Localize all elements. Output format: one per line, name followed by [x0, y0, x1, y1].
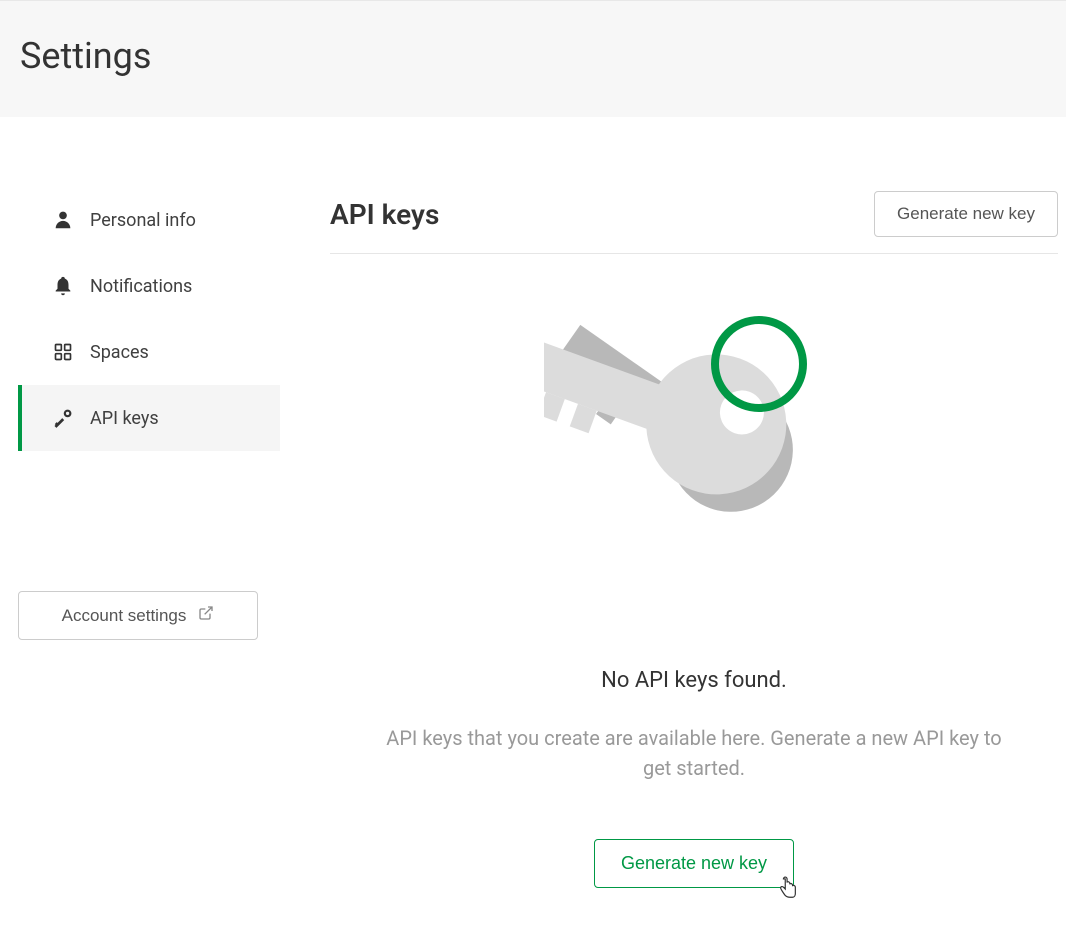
sidebar-item-label: API keys — [90, 408, 159, 429]
account-settings-label: Account settings — [62, 606, 187, 626]
empty-state-title: No API keys found. — [601, 668, 787, 693]
external-link-icon — [198, 605, 214, 626]
cursor-hand-icon — [777, 876, 799, 907]
sidebar-item-notifications[interactable]: Notifications — [18, 253, 280, 319]
sidebar-item-personal-info[interactable]: Personal info — [18, 187, 280, 253]
sidebar-item-label: Spaces — [90, 342, 149, 363]
sidebar: Personal info Notifications — [0, 187, 280, 888]
sidebar-item-label: Notifications — [90, 276, 192, 297]
generate-new-key-button-center[interactable]: Generate new key — [594, 839, 794, 888]
empty-state: No API keys found. API keys that you cre… — [330, 254, 1058, 888]
generate-new-key-button-top[interactable]: Generate new key — [874, 191, 1058, 237]
main-header: API keys Generate new key — [330, 187, 1058, 254]
content: Personal info Notifications — [0, 117, 1066, 888]
main-content: API keys Generate new key — [280, 187, 1066, 888]
account-settings-button[interactable]: Account settings — [18, 591, 258, 640]
generate-new-key-label: Generate new key — [621, 853, 767, 873]
section-title: API keys — [330, 198, 439, 231]
keys-illustration — [544, 314, 844, 644]
sidebar-item-label: Personal info — [90, 210, 196, 231]
nav-items: Personal info Notifications — [18, 187, 280, 451]
key-icon — [52, 407, 74, 429]
sidebar-item-spaces[interactable]: Spaces — [18, 319, 280, 385]
sidebar-item-api-keys[interactable]: API keys — [18, 385, 280, 451]
bell-icon — [52, 275, 74, 297]
page-header: Settings — [0, 0, 1066, 117]
page-title: Settings — [20, 35, 1046, 77]
empty-state-description: API keys that you create are available h… — [374, 723, 1014, 783]
person-icon — [52, 209, 74, 231]
grid-icon — [52, 341, 74, 363]
